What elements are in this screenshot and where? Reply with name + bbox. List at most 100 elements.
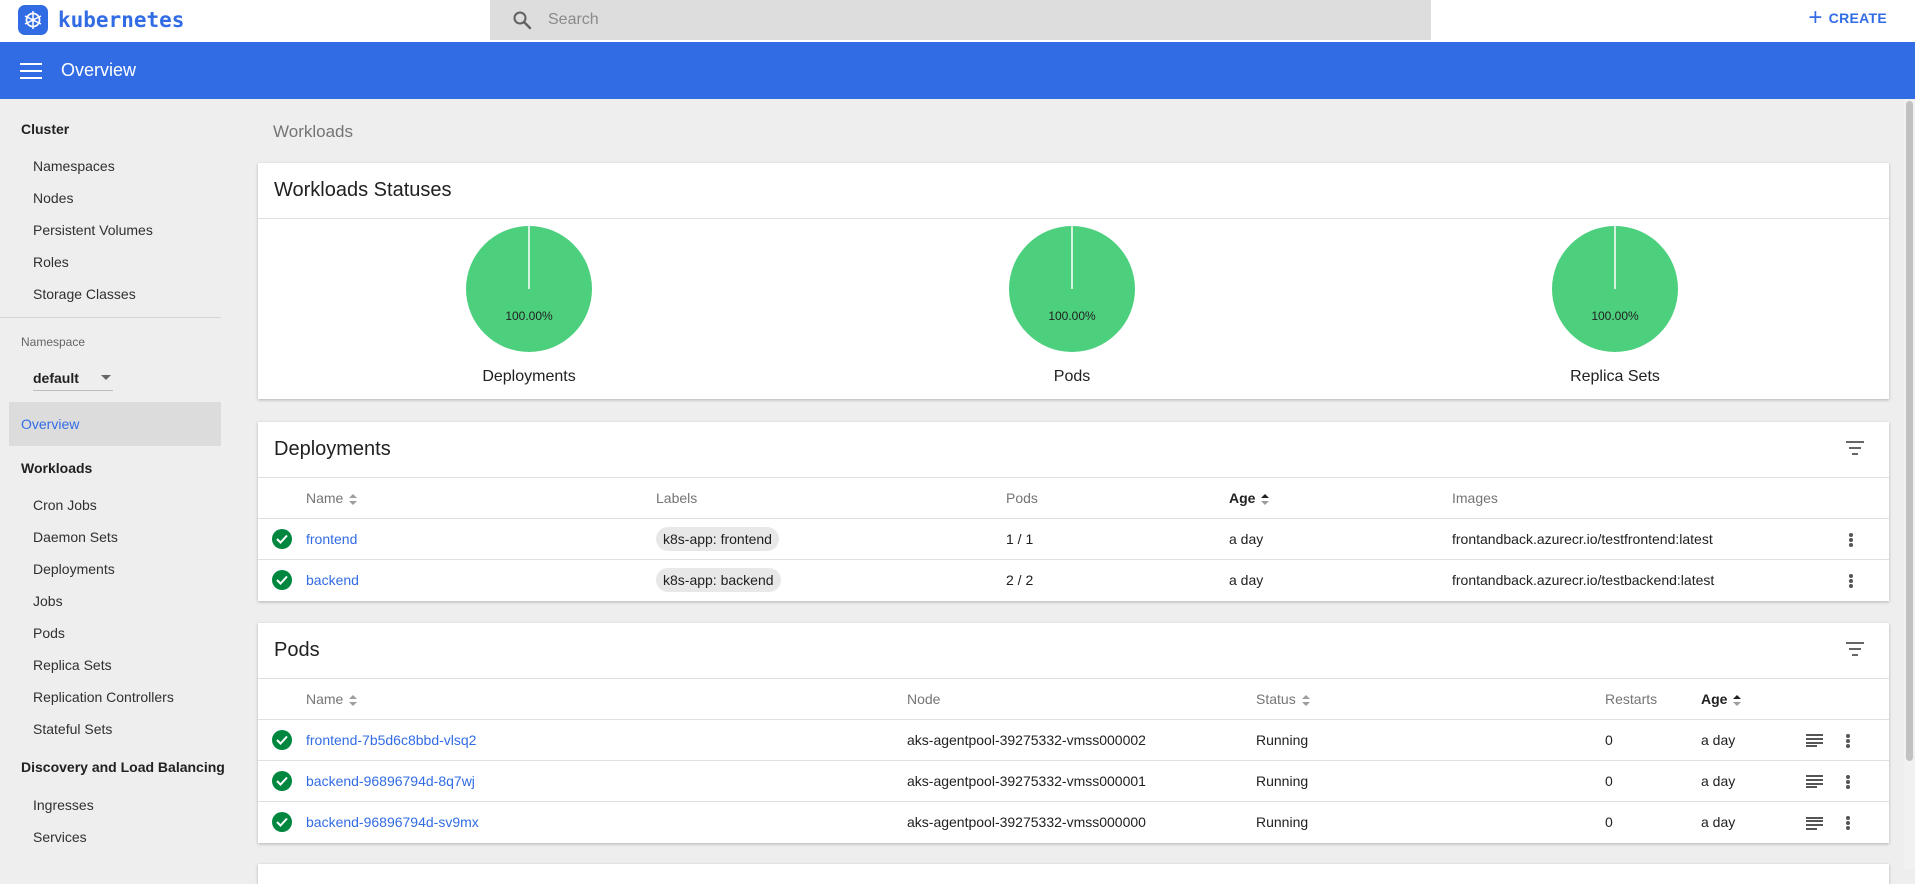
- column-header-labels: Labels: [656, 478, 1006, 519]
- sidebar-item-roles[interactable]: Roles: [33, 254, 69, 270]
- success-check-icon: [272, 569, 292, 590]
- pods-status-chart: 100.00% Pods: [972, 225, 1172, 386]
- label-chip[interactable]: k8s-app: backend: [656, 567, 781, 592]
- filter-icon[interactable]: [1845, 642, 1865, 656]
- age-value: a day: [1701, 760, 1806, 802]
- sidebar-item-ingresses[interactable]: Ingresses: [33, 797, 94, 813]
- success-check-icon: [272, 729, 292, 750]
- node-value: aks-agentpool-39275332-vmss000001: [907, 760, 1256, 802]
- sidebar-item-daemon-sets[interactable]: Daemon Sets: [33, 529, 118, 545]
- age-value: a day: [1229, 571, 1264, 588]
- age-value: a day: [1229, 518, 1452, 560]
- logs-icon[interactable]: [1806, 816, 1823, 830]
- pods-count: 2 / 2: [1006, 571, 1034, 588]
- success-check-icon: [272, 528, 292, 549]
- namespace-value: default: [33, 369, 79, 386]
- sidebar-item-cron-jobs[interactable]: Cron Jobs: [33, 497, 97, 513]
- pods-pie: 100.00%: [1009, 226, 1135, 352]
- search-bar[interactable]: [490, 0, 1431, 40]
- hamburger-menu-icon[interactable]: [20, 62, 42, 79]
- scrollbar[interactable]: [1904, 99, 1915, 869]
- sidebar-item-jobs[interactable]: Jobs: [33, 593, 63, 609]
- scrollbar-thumb[interactable]: [1906, 101, 1913, 761]
- sidebar-item-deployments[interactable]: Deployments: [33, 561, 115, 577]
- card-title: Pods: [258, 623, 1889, 679]
- next-card: [258, 864, 1889, 884]
- create-label: CREATE: [1828, 10, 1887, 26]
- more-actions-icon[interactable]: [1846, 774, 1850, 789]
- status-value: Running: [1256, 760, 1605, 802]
- restarts-value: 0: [1605, 813, 1613, 830]
- sidebar-item-pods[interactable]: Pods: [33, 625, 65, 641]
- column-header-restarts: Restarts: [1605, 679, 1701, 720]
- sidebar-item-overview[interactable]: Overview: [9, 402, 221, 446]
- table-row: backend-96896794d-8q7wj aks-agentpool-39…: [258, 760, 1889, 802]
- sidebar-heading-workloads[interactable]: Workloads: [21, 460, 92, 476]
- workloads-statuses-card: Workloads Statuses 100.00% Deployments 1…: [258, 163, 1889, 399]
- app-bar: Overview: [0, 42, 1915, 99]
- column-header-age[interactable]: Age: [1701, 679, 1806, 720]
- namespace-select[interactable]: default: [33, 365, 113, 391]
- filter-icon[interactable]: [1845, 441, 1865, 455]
- card-title: Deployments: [258, 422, 1889, 478]
- pods-count: 1 / 1: [1006, 518, 1229, 560]
- success-check-icon: [272, 770, 292, 791]
- sort-icon: [349, 493, 358, 505]
- sidebar-heading-discovery[interactable]: Discovery and Load Balancing: [21, 759, 225, 775]
- table-header-row: Name Node Status Restarts Age: [258, 679, 1889, 720]
- breadcrumb[interactable]: Workloads: [273, 122, 353, 142]
- kubernetes-logo[interactable]: kubernetes: [18, 5, 184, 35]
- success-check-icon: [272, 811, 292, 832]
- column-header-name[interactable]: Name: [306, 679, 907, 720]
- sidebar-item-label: Overview: [21, 416, 80, 432]
- sort-icon: [1301, 694, 1310, 706]
- more-actions-icon[interactable]: [1846, 815, 1850, 830]
- more-actions-icon[interactable]: [1849, 573, 1853, 588]
- sidebar-item-persistent-volumes[interactable]: Persistent Volumes: [33, 222, 153, 238]
- sidebar-item-namespaces[interactable]: Namespaces: [33, 158, 115, 174]
- column-header-status[interactable]: Status: [1256, 679, 1605, 720]
- table-row: frontend k8s-app: frontend 1 / 1 a day f…: [258, 518, 1889, 560]
- card-title: Workloads Statuses: [258, 163, 1889, 219]
- restarts-value: 0: [1605, 760, 1701, 802]
- sidebar-heading-cluster[interactable]: Cluster: [21, 121, 69, 137]
- pie-percent: 100.00%: [505, 309, 553, 323]
- deployments-card: Deployments Name Labels Pods Age Images …: [258, 422, 1889, 601]
- table-row: frontend-7b5d6c8bbd-vlsq2 aks-agentpool-…: [258, 719, 1889, 761]
- sidebar-item-replica-sets[interactable]: Replica Sets: [33, 657, 112, 673]
- pod-name-link[interactable]: backend-96896794d-8q7wj: [306, 773, 475, 789]
- pie-label: Pods: [1053, 368, 1091, 385]
- table-row: backend k8s-app: backend 2 / 2 a day fro…: [258, 559, 1889, 600]
- replica-sets-pie: 100.00%: [1552, 226, 1678, 352]
- table-header-row: Name Labels Pods Age Images: [258, 478, 1889, 519]
- status-value: Running: [1256, 719, 1605, 761]
- label-chip[interactable]: k8s-app: frontend: [656, 526, 779, 551]
- create-button[interactable]: + CREATE: [1808, 6, 1887, 30]
- deployments-pie: 100.00%: [466, 226, 592, 352]
- sidebar-item-services[interactable]: Services: [33, 829, 87, 845]
- pie-label: Deployments: [482, 368, 576, 385]
- pod-name-link[interactable]: frontend-7b5d6c8bbd-vlsq2: [306, 732, 476, 748]
- logs-icon[interactable]: [1806, 775, 1823, 789]
- pie-percent: 100.00%: [1048, 309, 1096, 323]
- more-actions-icon[interactable]: [1846, 733, 1850, 748]
- sidebar-item-nodes[interactable]: Nodes: [33, 190, 73, 206]
- status-value: Running: [1256, 813, 1309, 830]
- deployment-name-link[interactable]: frontend: [306, 531, 357, 547]
- sidebar-item-storage-classes[interactable]: Storage Classes: [33, 286, 136, 302]
- pod-name-link[interactable]: backend-96896794d-sv9mx: [306, 814, 479, 830]
- sort-icon: [1733, 694, 1742, 706]
- column-header-age[interactable]: Age: [1229, 478, 1452, 519]
- image-value: frontandback.azurecr.io/testfrontend:lat…: [1452, 518, 1849, 560]
- deployment-name-link[interactable]: backend: [306, 572, 359, 588]
- pie-percent: 100.00%: [1591, 309, 1639, 323]
- search-input[interactable]: [548, 11, 1348, 29]
- search-icon: [510, 8, 534, 32]
- sidebar: Cluster Namespaces Nodes Persistent Volu…: [0, 99, 230, 869]
- replica-sets-status-chart: 100.00% Replica Sets: [1515, 225, 1715, 386]
- more-actions-icon[interactable]: [1849, 532, 1853, 547]
- sidebar-item-replication-controllers[interactable]: Replication Controllers: [33, 689, 174, 705]
- logs-icon[interactable]: [1806, 734, 1823, 748]
- sidebar-item-stateful-sets[interactable]: Stateful Sets: [33, 721, 112, 737]
- column-header-name[interactable]: Name: [306, 478, 656, 519]
